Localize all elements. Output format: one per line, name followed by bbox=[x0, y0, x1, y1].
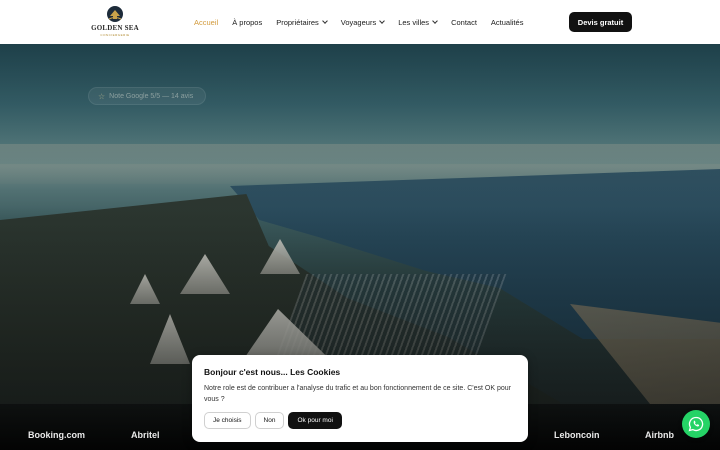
partner-leboncoin: Leboncoin bbox=[554, 430, 600, 440]
chevron-down-icon bbox=[432, 17, 438, 24]
partner-abritel: Abritel bbox=[131, 430, 160, 440]
star-icon: ☆ bbox=[98, 91, 106, 101]
nav-label: Actualités bbox=[490, 17, 524, 27]
nav-item-a-propos[interactable]: À propos bbox=[232, 18, 262, 27]
logo-brand: GOLDEN SEA bbox=[91, 24, 139, 32]
nav-label: Les villes bbox=[398, 17, 430, 27]
logo-subtitle: CONCIERGERIE bbox=[100, 33, 130, 37]
main-nav: Accueil À propos Propriétaires Voyageurs… bbox=[194, 0, 537, 44]
nav-item-voyageurs[interactable]: Voyageurs bbox=[340, 17, 386, 27]
cookie-text: Notre role est de contribuer a l'analyse… bbox=[204, 385, 511, 403]
cookie-reject-button[interactable]: Non bbox=[254, 412, 285, 429]
rating-text: Note Google 5/5 — 14 avis bbox=[109, 92, 194, 100]
whatsapp-button[interactable] bbox=[682, 410, 710, 438]
cookie-title: Bonjour c'est nous... Les Cookies bbox=[204, 367, 341, 377]
cookie-accept-button[interactable]: Ok pour moi bbox=[288, 412, 342, 429]
chevron-down-icon bbox=[379, 17, 386, 24]
free-quote-button[interactable]: Devis gratuit bbox=[569, 12, 632, 32]
nav-label: Contact bbox=[451, 17, 477, 27]
nav-item-accueil[interactable]: Accueil bbox=[194, 18, 218, 27]
nav-item-contact[interactable]: Contact bbox=[451, 18, 477, 27]
logo[interactable]: GOLDEN SEA CONCIERGERIE bbox=[90, 5, 140, 39]
cookie-buttons: Je choisis Non Ok pour moi bbox=[204, 412, 342, 429]
nav-label: Voyageurs bbox=[340, 17, 377, 27]
cookie-choose-button[interactable]: Je choisis bbox=[204, 412, 251, 429]
nav-item-actualites[interactable]: Actualités bbox=[491, 18, 524, 27]
nav-label: Propriétaires bbox=[276, 17, 319, 27]
logo-emblem-icon bbox=[107, 6, 123, 22]
partner-airbnb: Airbnb bbox=[645, 430, 674, 440]
google-rating-badge: ☆ Note Google 5/5 — 14 avis bbox=[88, 87, 206, 105]
chevron-down-icon bbox=[321, 17, 328, 24]
nav-label: À propos bbox=[232, 17, 263, 27]
nav-item-les-villes[interactable]: Les villes bbox=[398, 17, 438, 27]
cookie-banner: Bonjour c'est nous... Les Cookies Notre … bbox=[192, 355, 528, 442]
nav-label: Accueil bbox=[194, 17, 219, 27]
whatsapp-icon bbox=[688, 416, 704, 432]
partner-booking: Booking.com bbox=[28, 430, 86, 440]
nav-item-proprietaires[interactable]: Propriétaires bbox=[276, 17, 328, 27]
site-header: GOLDEN SEA CONCIERGERIE Accueil À propos… bbox=[0, 0, 720, 44]
